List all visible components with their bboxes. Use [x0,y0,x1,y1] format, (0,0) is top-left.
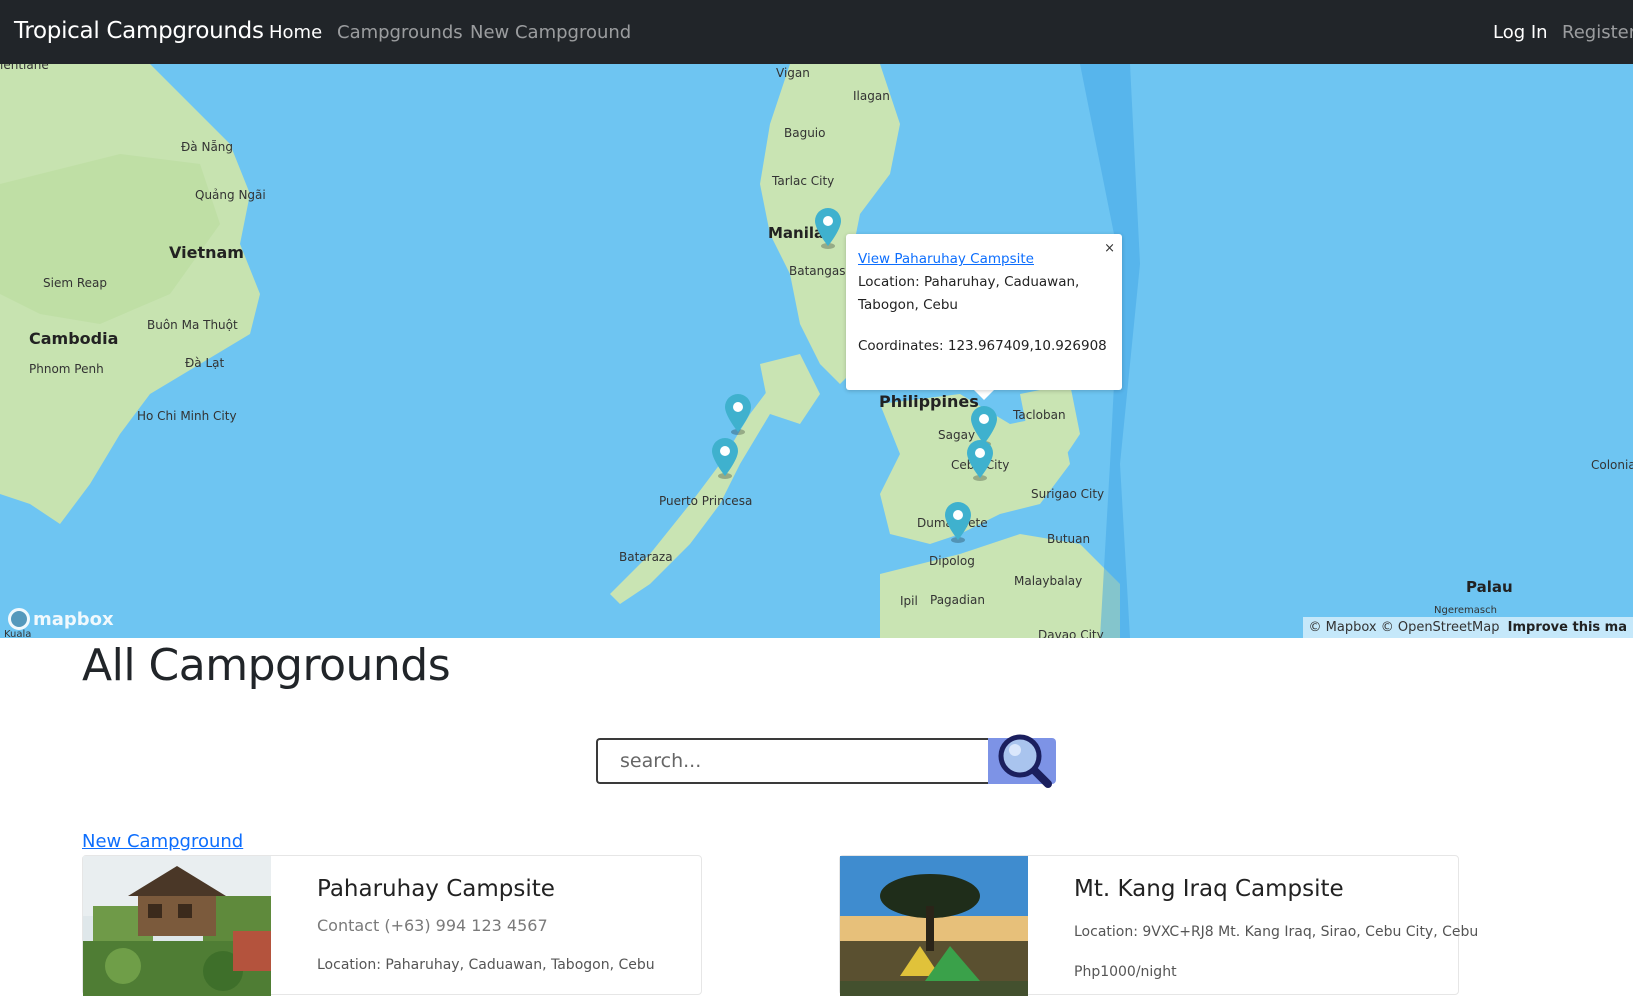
nav-home[interactable]: Home [269,22,322,43]
nav-login[interactable]: Log In [1493,22,1548,43]
map-label: Tarlac City [772,174,834,188]
navbar: Tropical Campgrounds Home Campgrounds Ne… [0,0,1633,64]
map-label: Davao City [1038,628,1104,638]
map-label: Baguio [784,126,825,140]
magnifier-icon [988,732,1056,788]
map-landmass [0,64,1633,638]
page-title: All Campgrounds [82,640,450,691]
campground-image [840,856,1028,996]
map-label: Malaybalay [1014,574,1082,588]
popup-location: Location: Paharuhay, Caduawan, Tabogon, … [858,271,1110,317]
map-label: Bataraza [619,550,673,564]
attribution-link[interactable]: © Mapbox © OpenStreetMap [1309,620,1500,635]
map-attribution: © Mapbox © OpenStreetMap Improve this ma [1303,617,1633,638]
map-label: Puerto Princesa [659,494,752,508]
map-label: Vigan [776,66,810,80]
search-button[interactable] [988,738,1056,784]
map-label: ientiane [0,64,49,72]
map-label: Palau [1466,578,1513,596]
mapbox-logo[interactable]: mapbox [8,608,114,630]
map-marker-icon[interactable] [813,206,843,250]
popup-tip [974,390,994,400]
new-campground-link[interactable]: New Campground [82,831,243,852]
campground-card[interactable]: Paharuhay Campsite Contact (+63) 994 123… [82,855,702,995]
map-label: Tacloban [1013,408,1066,422]
map-label: Colonia [1591,458,1633,472]
map-label: Butuan [1047,532,1090,546]
map-label: Buôn Ma Thuột [147,318,238,332]
mapbox-logo-text: mapbox [33,609,114,630]
map-label: Ipil [900,594,918,608]
mapbox-logo-icon [8,608,30,630]
popup-close-button[interactable]: × [1104,237,1115,260]
popup-view-link[interactable]: View Paharuhay Campsite [858,251,1034,267]
map-marker-icon[interactable] [723,392,753,436]
map-label: Kuala [4,629,31,638]
nav-register[interactable]: Register [1562,22,1633,43]
brand-link[interactable]: Tropical Campgrounds [14,18,264,44]
map-label: Cambodia [29,329,118,348]
map-marker-icon[interactable] [710,436,740,480]
campground-image [83,856,271,996]
cluster-map[interactable]: ientiane Vigan Ilagan Đà Nẵng Baguio Quả… [0,64,1633,638]
map-label: Batangas [789,264,845,278]
map-label: Pagadian [930,593,985,607]
map-label: Quảng Ngãi [195,188,266,202]
campground-title: Mt. Kang Iraq Campsite [1074,876,1344,902]
map-marker-icon[interactable] [965,438,995,482]
search-form [596,738,1056,786]
map-label: Ngeremasch [1434,605,1497,616]
map-label: Phnom Penh [29,362,104,376]
campground-location: Location: Paharuhay, Caduawan, Tabogon, … [317,957,655,973]
nav-campgrounds[interactable]: Campgrounds [337,22,463,43]
nav-new-campground[interactable]: New Campground [470,22,631,43]
map-popup: × View Paharuhay Campsite Location: Paha… [846,234,1122,390]
map-label: Siem Reap [43,276,107,290]
search-input[interactable] [596,738,988,784]
map-marker-icon[interactable] [943,500,973,544]
map-label: Dipolog [929,554,975,568]
map-label: Surigao City [1031,487,1104,501]
map-label: Ho Chi Minh City [137,409,237,423]
campground-title: Paharuhay Campsite [317,876,555,902]
map-label: Philippines [879,392,979,411]
popup-coordinates: Coordinates: 123.967409,10.926908 [858,335,1110,358]
campground-card[interactable]: Mt. Kang Iraq Campsite Location: 9VXC+RJ… [839,855,1459,995]
map-label: Đà Lạt [185,356,224,370]
campground-location: Location: 9VXC+RJ8 Mt. Kang Iraq, Sirao,… [1074,924,1478,940]
campground-price: Php1000/night [1074,964,1177,980]
map-label: Ilagan [853,89,890,103]
map-label: Vietnam [169,243,244,262]
map-label: Đà Nẵng [181,140,233,154]
improve-map-link[interactable]: Improve this ma [1508,620,1627,635]
campground-contact: Contact (+63) 994 123 4567 [317,916,548,935]
